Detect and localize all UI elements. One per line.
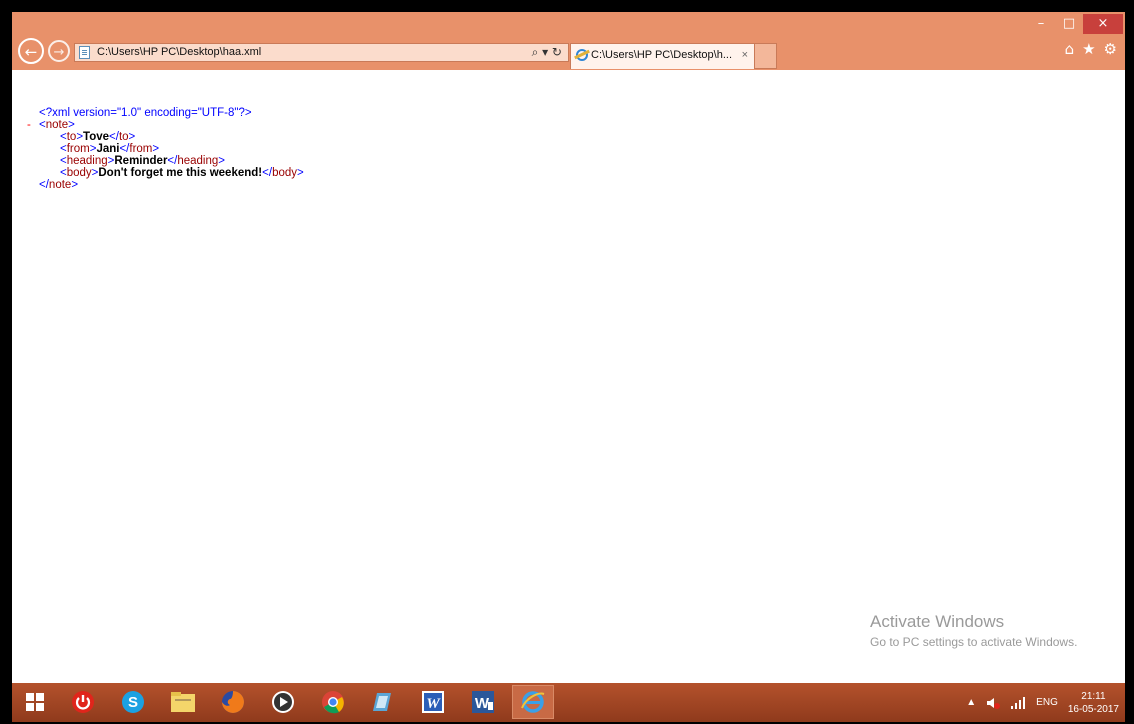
note-close-tag: </note> [39,179,79,191]
page-icon [79,46,90,59]
taskbar-word[interactable]: W [462,685,504,719]
address-text: C:\Users\HP PC\Desktop\haa.xml [97,46,262,58]
word-2003-icon: W [422,691,444,713]
clock[interactable]: 21:11 16-05-2017 [1068,690,1119,716]
address-bar[interactable]: C:\Users\HP PC\Desktop\haa.xml ⌕ ▾ ↻ [74,43,569,62]
browser-tools: ⌂ ★ ⚙ [1065,40,1117,58]
signal-icon[interactable] [1010,696,1026,709]
note-open-tag: <note> [39,119,75,131]
power-icon [72,691,94,713]
close-button[interactable]: × [1083,14,1123,34]
taskbar-firefox[interactable] [212,685,254,719]
watermark-title: Activate Windows [870,612,1005,631]
back-button[interactable]: ← [18,38,44,64]
windows-logo-icon [26,693,44,711]
xml-element-body: <body>Don't forget me this weekend!</bod… [60,167,304,179]
taskbar-media-player[interactable] [262,685,304,719]
tab-close-button[interactable]: × [742,44,748,66]
volume-icon[interactable] [986,696,1001,710]
xml-declaration: <?xml version="1.0" encoding="UTF-8"?> [39,107,252,119]
taskbar-internet-explorer[interactable] [512,685,554,719]
taskbar-file-explorer[interactable] [162,685,204,719]
svg-text:W: W [426,696,441,712]
restore-button[interactable]: □ [1055,14,1083,34]
home-icon[interactable]: ⌂ [1065,40,1075,58]
address-tools[interactable]: ⌕ ▾ ↻ [532,44,562,61]
clock-date: 16-05-2017 [1067,703,1119,715]
blue-app-icon [373,693,391,711]
media-player-icon [272,691,294,713]
collapse-toggle[interactable]: - [27,119,31,131]
internet-explorer-icon [521,691,545,713]
svg-text:S: S [128,694,138,711]
activation-watermark: Activate Windows Go to PC settings to ac… [870,612,1077,650]
skype-icon: S [122,691,144,713]
back-arrow-icon: ← [24,43,38,61]
title-bar: – □ × ← → C:\Users\HP PC\Desktop\haa.xml… [12,12,1125,70]
taskbar: S W W ▲ ENG 21:11 16-05-2017 [12,683,1125,722]
word-icon: W [472,691,494,713]
language-indicator[interactable]: ENG [1036,697,1058,708]
start-button[interactable] [14,685,56,719]
taskbar-app[interactable] [362,685,404,719]
svg-text:W: W [475,695,490,712]
system-tray: ▲ ENG 21:11 16-05-2017 [966,683,1119,722]
favorites-icon[interactable]: ★ [1082,40,1095,58]
internet-explorer-icon [576,49,588,61]
browser-window: – □ × ← → C:\Users\HP PC\Desktop\haa.xml… [12,12,1125,722]
tab-title: C:\Users\HP PC\Desktop\h... [591,49,733,61]
taskbar-skype[interactable]: S [112,685,154,719]
new-tab-button[interactable] [755,43,777,69]
forward-button[interactable]: → [48,40,70,62]
clock-time: 21:11 [1081,690,1106,702]
xml-element-from: <from>Jani</from> [60,143,160,155]
chrome-icon [322,691,344,714]
window-controls: – □ × [1027,14,1123,34]
watermark-subtitle: Go to PC settings to activate Windows. [870,635,1078,649]
firefox-icon [222,691,244,713]
tab-active[interactable]: C:\Users\HP PC\Desktop\h... × [570,43,755,69]
xml-element-heading: <heading>Reminder</heading> [60,155,225,167]
settings-gear-icon[interactable]: ⚙ [1104,40,1117,58]
taskbar-chrome[interactable] [312,685,354,719]
minimize-button[interactable]: – [1027,14,1055,34]
folder-icon [171,692,195,712]
forward-arrow-icon: → [53,45,65,60]
taskbar-power[interactable] [62,685,104,719]
show-hidden-icons-button[interactable]: ▲ [966,697,976,708]
taskbar-word-2003[interactable]: W [412,685,454,719]
xml-element-to: <to>Tove</to> [60,131,136,143]
